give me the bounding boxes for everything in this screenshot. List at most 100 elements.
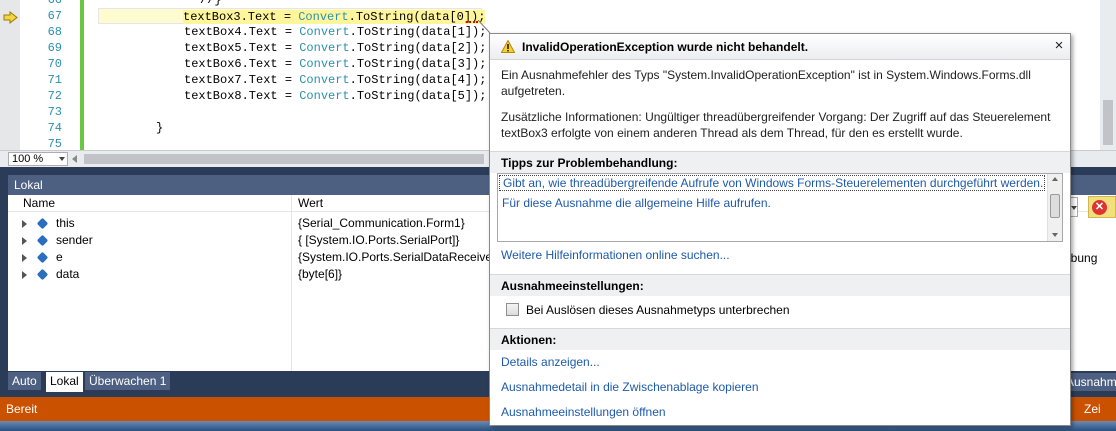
code-line-current: textBox3.Text = Convert.ToString(data[0]… (98, 8, 486, 24)
error-list-button[interactable]: ✕ (1088, 196, 1116, 218)
code-call: .ToString(data[3]); (349, 57, 487, 71)
settings-header: Ausnahmeeinstellungen: (501, 279, 644, 293)
partial-column-header: ibung (1068, 250, 1116, 267)
code-call: .ToString(data[1]); (349, 25, 487, 39)
expand-arrow-icon[interactable] (22, 254, 27, 262)
code-line: textBox7.Text = Convert.ToString(data[4]… (184, 72, 486, 88)
variable-value: {byte[6]} (298, 267, 343, 281)
expand-arrow-icon[interactable] (22, 237, 27, 245)
tips-scrollbar[interactable] (1047, 174, 1062, 241)
dialog-title: InvalidOperationException wurde nicht be… (522, 40, 809, 54)
expand-arrow-icon[interactable] (22, 271, 27, 279)
variable-name: data (56, 267, 80, 281)
code-var: textBox8.Text = (184, 89, 300, 103)
code-type: Convert (298, 10, 349, 24)
line-number: 71 (47, 73, 62, 87)
variable-value: {Serial_Communication.Form1} (298, 216, 465, 230)
callout-leader-line (478, 20, 491, 34)
line-number: 73 (47, 105, 62, 119)
exception-description: Ein Ausnahmefehler des Typs "System.Inva… (501, 68, 1031, 98)
tips-list[interactable]: Gibt an, wie threadübergreifende Aufrufe… (497, 173, 1063, 242)
line-number: 69 (47, 41, 62, 55)
code-type: Convert (299, 57, 350, 71)
settings-section-header: Ausnahmeeinstellungen: (490, 274, 1070, 296)
code-call: .ToString(data[4]); (349, 73, 487, 87)
line-number-gutter: 66 67 68 69 70 71 72 73 74 75 (20, 0, 78, 151)
break-on-exception-label[interactable]: Bei Auslösen dieses Ausnahmetyps unterbr… (526, 302, 790, 318)
actions-section-header: Aktionen: (490, 328, 1070, 350)
tip-link-cross-thread[interactable]: Gibt an, wie threadübergreifende Aufrufe… (499, 175, 1045, 191)
tips-section-header: Tipps zur Problembehandlung: (490, 151, 1070, 173)
tab-lokal[interactable]: Lokal (46, 372, 83, 392)
variable-value: {System.IO.Ports.SerialDataReceived (298, 250, 499, 264)
close-icon[interactable]: × (1052, 38, 1066, 54)
right-toolbar: ✕ (1068, 196, 1116, 220)
glyph-margin[interactable] (0, 0, 20, 150)
chevron-down-icon (59, 157, 65, 161)
code-type: Convert (299, 41, 350, 55)
column-header-name[interactable]: Name (8, 195, 292, 212)
scroll-down-arrow-icon[interactable] (1052, 233, 1058, 237)
error-icon: ✕ (1092, 200, 1107, 215)
code-var: textBox4.Text = (184, 25, 300, 39)
scroll-left-arrow-icon[interactable] (72, 155, 77, 163)
code-call: .ToString(data[2]); (349, 41, 487, 55)
code-var: textBox3.Text = (183, 10, 299, 24)
scrollbar-thumb[interactable] (1050, 194, 1060, 218)
warning-icon (501, 40, 515, 53)
tab-auto[interactable]: Auto (8, 372, 41, 390)
actions-header: Aktionen: (501, 333, 557, 347)
code-type: Convert (299, 89, 350, 103)
code-line: textBox6.Text = Convert.ToString(data[3]… (184, 56, 486, 72)
object-icon (36, 268, 49, 281)
variable-name: sender (56, 233, 93, 247)
object-icon (36, 251, 49, 264)
line-number: 66 (47, 0, 62, 7)
exception-assistant-dialog: InvalidOperationException wurde nicht be… (489, 33, 1071, 426)
tab-ueberwachen-1[interactable]: Überwachen 1 (85, 372, 171, 390)
status-text: Bereit (6, 402, 38, 416)
tips-header: Tipps zur Problembehandlung: (501, 156, 678, 170)
scrollbar-thumb[interactable] (1103, 100, 1113, 145)
code-line: textBox4.Text = Convert.ToString(data[1]… (184, 24, 486, 40)
code-line: textBox8.Text = Convert.ToString(data[5]… (184, 88, 486, 104)
code-var: textBox5.Text = (184, 41, 300, 55)
variable-value: { [System.IO.Ports.SerialPort]} (298, 233, 460, 247)
expand-arrow-icon[interactable] (22, 220, 27, 228)
open-exception-settings-link[interactable]: Ausnahmeeinstellungen öffnen (501, 404, 666, 420)
code-type: Convert (299, 73, 350, 87)
change-tracking-bar (80, 0, 84, 150)
code-type: Convert (299, 25, 350, 39)
current-statement-arrow-icon (3, 11, 18, 24)
zoom-dropdown[interactable]: 100 % (8, 152, 68, 166)
visual-studio-window: 66 67 68 69 70 71 72 73 74 75 //} textBo… (0, 0, 1116, 431)
variable-name: e (56, 250, 63, 264)
tip-link-general-help[interactable]: Für diese Ausnahme die allgemeine Hilfe … (502, 195, 771, 211)
variable-name: this (56, 216, 75, 230)
dialog-header: InvalidOperationException wurde nicht be… (490, 34, 1070, 60)
show-details-link[interactable]: Details anzeigen... (501, 354, 600, 370)
code-line: } (156, 121, 164, 135)
code-var: textBox6.Text = (184, 57, 300, 71)
code-var: textBox7.Text = (184, 73, 300, 87)
horizontal-scrollbar-thumb[interactable] (84, 154, 484, 164)
additional-info: Zusätzliche Informationen: Ungültiger th… (501, 110, 1051, 140)
line-number: 72 (47, 89, 62, 103)
more-help-online-link[interactable]: Weitere Hilfeinformationen online suchen… (501, 247, 730, 263)
code-call: .ToString(data[0]); (348, 10, 486, 24)
object-icon (36, 217, 49, 230)
copy-to-clipboard-link[interactable]: Ausnahmedetail in die Zwischenablage kop… (501, 379, 759, 395)
line-number: 74 (47, 121, 62, 135)
line-number: 70 (47, 57, 62, 71)
code-line: //} (200, 0, 222, 7)
break-on-exception-checkbox[interactable] (506, 303, 519, 316)
zoom-value: 100 % (12, 153, 44, 165)
code-call: .ToString(data[5]); (349, 89, 487, 103)
error-squiggle (466, 21, 478, 23)
line-number: 67 (47, 9, 62, 23)
code-line: textBox5.Text = Convert.ToString(data[2]… (184, 40, 486, 56)
object-icon (36, 234, 49, 247)
scroll-up-arrow-icon[interactable] (1052, 177, 1058, 181)
line-number: 68 (47, 25, 62, 39)
vertical-scrollbar[interactable] (1100, 0, 1116, 167)
